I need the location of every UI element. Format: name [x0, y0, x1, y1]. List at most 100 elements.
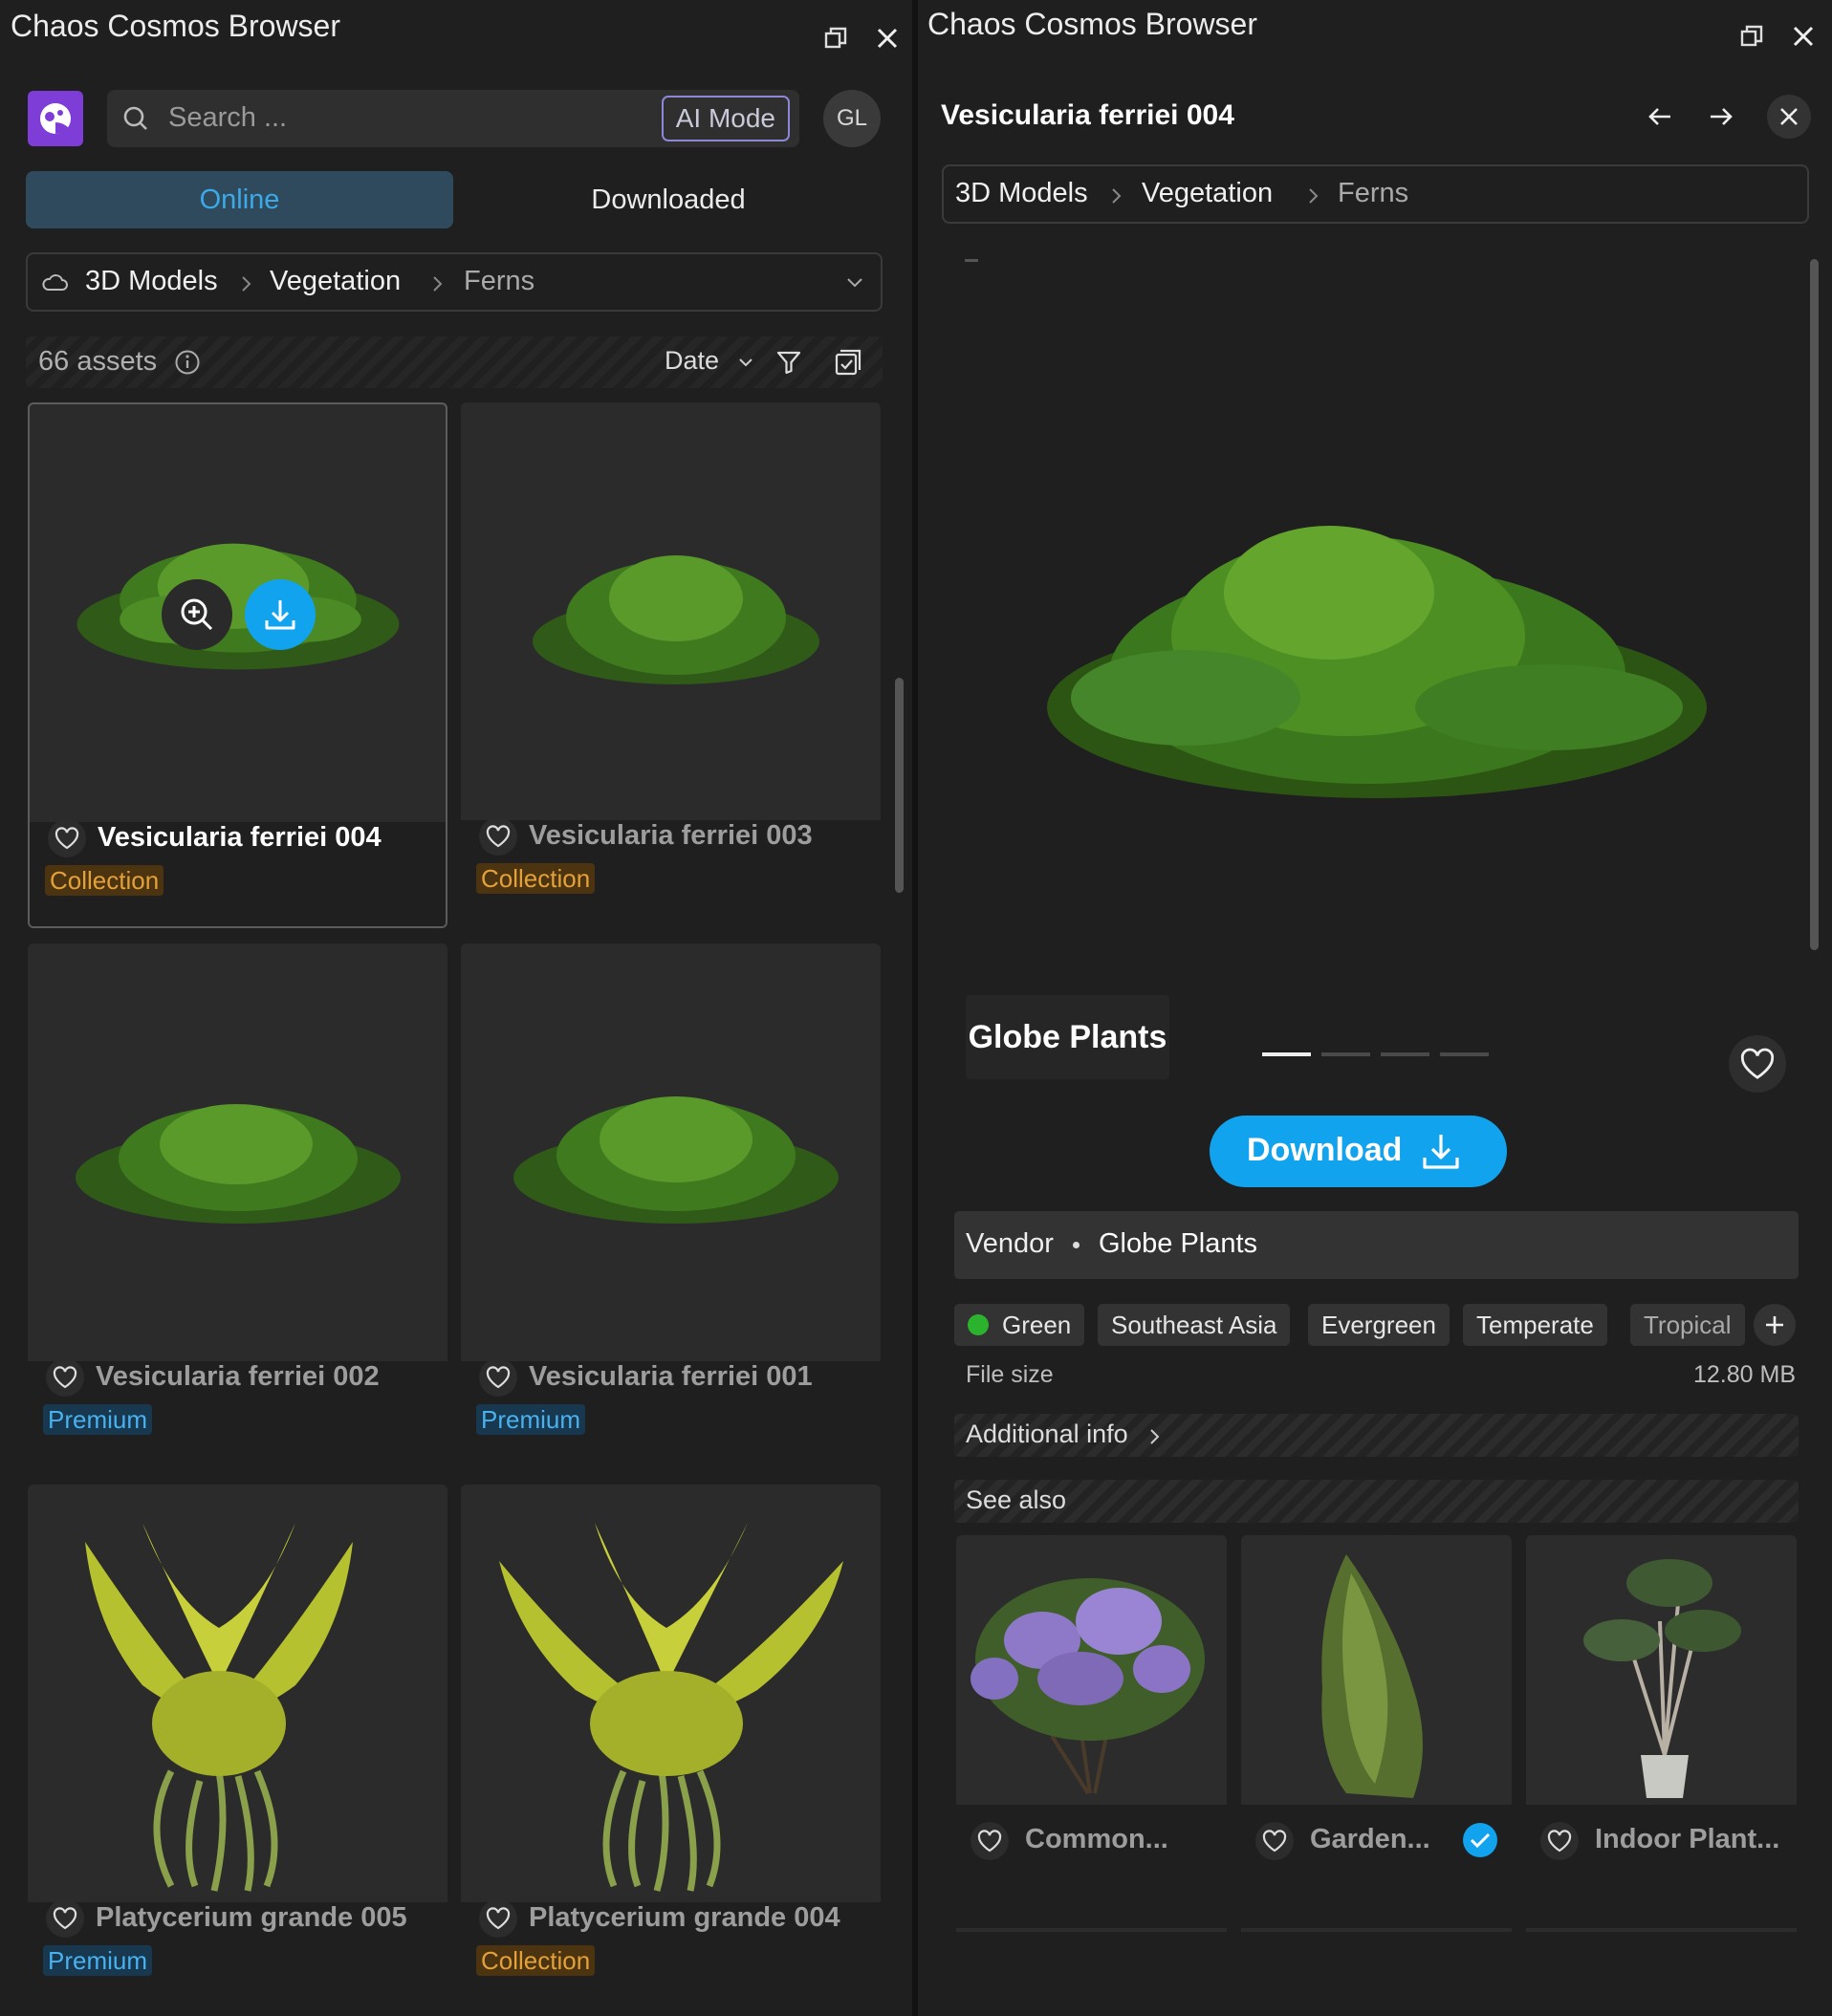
add-tag-button[interactable] — [1754, 1304, 1796, 1346]
asset-card[interactable]: Platycerium grande 005 Premium — [28, 1485, 447, 2010]
carousel-dot[interactable] — [1440, 1052, 1489, 1056]
see-also-card[interactable]: Garden... — [1241, 1535, 1512, 1913]
breadcrumb-item-ferns[interactable]: Ferns — [464, 266, 534, 297]
tag-southeast-asia[interactable]: Southeast Asia — [1098, 1304, 1291, 1346]
additional-info-row[interactable]: Additional info — [954, 1414, 1799, 1457]
arrow-right-icon[interactable] — [1704, 99, 1738, 134]
vendor-row: Vendor Globe Plants — [954, 1211, 1799, 1279]
favorite-heart-icon[interactable] — [479, 1358, 517, 1397]
see-also-card[interactable]: Indoor Plant... — [1526, 1535, 1797, 1913]
select-icon[interactable] — [834, 348, 862, 377]
asset-card[interactable]: Vesicularia ferriei 002 Premium — [28, 943, 447, 1469]
download-button[interactable] — [245, 579, 316, 650]
badge-premium: Premium — [43, 1404, 153, 1435]
breadcrumb-item-vegetation[interactable]: Vegetation — [270, 266, 401, 297]
search-icon — [123, 106, 147, 130]
favorite-heart-icon[interactable] — [1540, 1822, 1579, 1860]
breadcrumb-item-ferns[interactable]: Ferns — [1338, 178, 1408, 209]
avatar[interactable]: GL — [823, 90, 881, 147]
breadcrumb-item-vegetation[interactable]: Vegetation — [1142, 178, 1273, 209]
preview-dash — [965, 259, 978, 262]
tab-online[interactable]: Online — [26, 171, 453, 228]
ai-mode-button[interactable]: AI Mode — [661, 96, 790, 141]
arrow-left-icon[interactable] — [1643, 99, 1677, 134]
carousel-dot[interactable] — [1381, 1052, 1429, 1056]
indoor-plant-thumbnail — [1583, 1559, 1741, 1798]
zoom-in-icon — [181, 598, 213, 631]
chevron-right-icon — [242, 276, 251, 292]
favorite-heart-icon[interactable] — [46, 1899, 84, 1938]
sort-date[interactable]: Date — [665, 346, 719, 376]
download-icon — [265, 600, 295, 630]
favorite-heart-icon[interactable] — [479, 1899, 517, 1938]
download-icon — [1423, 1135, 1459, 1169]
right-scrollbar[interactable] — [1810, 259, 1819, 950]
heart-icon — [1740, 1048, 1775, 1079]
breadcrumb-item-3d-models[interactable]: 3D Models — [955, 178, 1088, 209]
breadcrumb[interactable]: 3D Models Vegetation Ferns — [26, 252, 883, 312]
filter-icon[interactable] — [775, 349, 802, 376]
favorite-heart-icon[interactable] — [479, 817, 517, 856]
see-also-name: Common... — [1025, 1824, 1168, 1854]
more-cards-edge — [1526, 1928, 1797, 1932]
favorite-heart-icon[interactable] — [971, 1822, 1009, 1860]
asset-card[interactable]: Vesicularia ferriei 001 Premium — [461, 943, 881, 1469]
results-toolbar: 66 assets Date — [26, 336, 883, 388]
chevron-right-icon — [1112, 188, 1122, 204]
carousel-dot[interactable] — [1321, 1052, 1370, 1056]
tag-tropical[interactable]: Tropical — [1630, 1304, 1745, 1346]
tag-label: Green — [1002, 1311, 1072, 1339]
vendor-label: Vendor — [966, 1228, 1054, 1259]
detail-close-button[interactable] — [1767, 95, 1811, 139]
download-button[interactable]: Download — [1210, 1116, 1507, 1187]
tag-temperate[interactable]: Temperate — [1463, 1304, 1607, 1346]
tab-downloaded[interactable]: Downloaded — [453, 171, 883, 228]
cosmos-logo[interactable] — [28, 91, 83, 146]
tag-color-green[interactable]: Green — [954, 1304, 1085, 1346]
chevron-down-icon[interactable] — [846, 277, 863, 289]
vendor-separator-dot — [1073, 1242, 1080, 1248]
detail-breadcrumb[interactable]: 3D Models Vegetation Ferns — [942, 164, 1809, 224]
favorite-heart-icon[interactable] — [1255, 1822, 1294, 1860]
asset-card[interactable]: Vesicularia ferriei 004 Collection — [28, 402, 447, 928]
restore-icon[interactable] — [1734, 19, 1769, 54]
see-also-label: See also — [966, 1485, 1067, 1514]
info-icon[interactable] — [174, 349, 201, 376]
staghorn-fern-thumbnail — [85, 1523, 353, 1892]
fern-thumbnail — [533, 555, 819, 684]
more-cards-edge — [956, 1928, 1227, 1932]
downloaded-check-icon — [1463, 1823, 1497, 1857]
tag-evergreen[interactable]: Evergreen — [1308, 1304, 1450, 1346]
favorite-button[interactable] — [1729, 1035, 1786, 1093]
see-also-header: See also — [954, 1480, 1799, 1523]
asset-card[interactable]: Vesicularia ferriei 003 Collection — [461, 402, 881, 928]
fern-thumbnail — [76, 1104, 401, 1224]
zoom-button[interactable] — [162, 579, 232, 650]
asset-name: Vesicularia ferriei 004 — [98, 822, 382, 853]
asset-name: Vesicularia ferriei 002 — [96, 1361, 380, 1392]
favorite-heart-icon[interactable] — [46, 1358, 84, 1397]
chevron-right-icon — [433, 276, 443, 292]
more-cards-edge — [1241, 1928, 1512, 1932]
search-input[interactable]: Search ... AI Mode — [107, 90, 799, 147]
asset-name: Platycerium grande 004 — [529, 1902, 840, 1933]
left-scrollbar[interactable] — [895, 678, 904, 893]
additional-info-label: Additional info — [966, 1420, 1128, 1448]
see-also-card[interactable]: Common... — [956, 1535, 1227, 1913]
breadcrumb-item-3d-models[interactable]: 3D Models — [85, 266, 218, 297]
asset-card[interactable]: Platycerium grande 004 Collection — [461, 1485, 881, 2010]
search-placeholder: Search ... — [168, 102, 288, 133]
badge-collection: Collection — [476, 1945, 596, 1976]
vendor-logo: Globe Plants — [966, 995, 1169, 1079]
sort-chevron-icon[interactable] — [738, 358, 753, 369]
close-icon[interactable] — [1786, 19, 1821, 54]
staghorn-fern-thumbnail — [499, 1523, 843, 1892]
asset-name: Platycerium grande 005 — [96, 1902, 407, 1933]
restore-icon[interactable] — [818, 21, 853, 55]
close-icon[interactable] — [870, 21, 905, 55]
lilac-shrub-thumbnail — [971, 1578, 1205, 1795]
vendor-name[interactable]: Globe Plants — [1099, 1228, 1257, 1260]
see-also-name: Indoor Plant... — [1595, 1824, 1780, 1854]
favorite-heart-icon[interactable] — [48, 819, 86, 857]
carousel-dot[interactable] — [1262, 1052, 1311, 1056]
